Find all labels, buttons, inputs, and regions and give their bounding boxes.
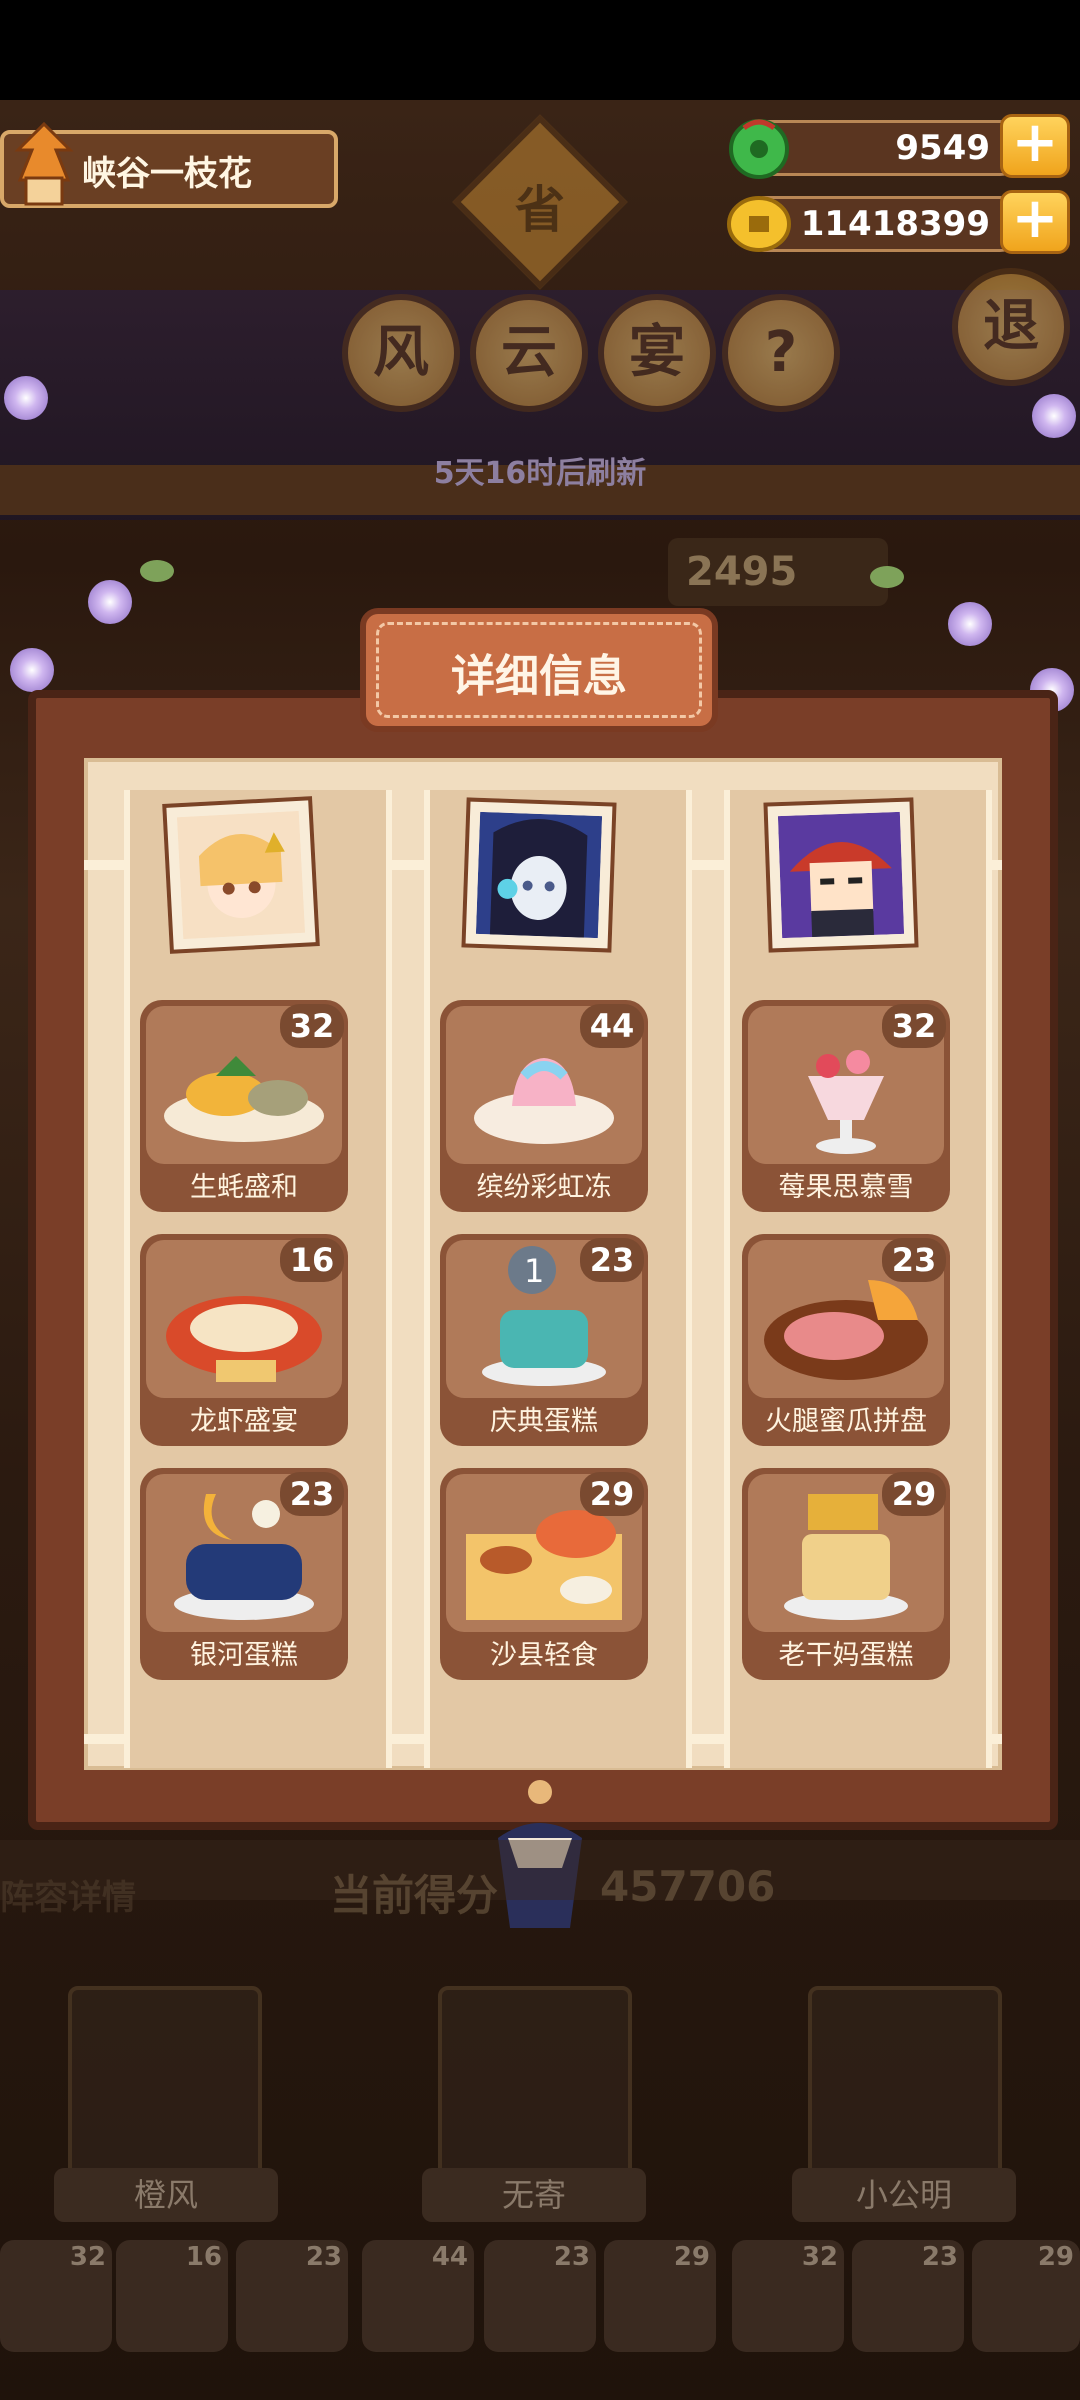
dish-count: 23 <box>882 1238 946 1282</box>
flower-decoration <box>10 648 54 692</box>
current-score-label: 当前得分 <box>330 1871 499 1920</box>
mini-dish-count: 29 <box>673 2242 710 2272</box>
lineup-details-link[interactable]: 阵容详情 <box>0 1870 136 1919</box>
coin-amount: 11418399 <box>800 204 990 244</box>
add-jade-button[interactable]: + <box>1000 114 1070 178</box>
panel-title: 详细信息 <box>451 651 627 702</box>
dish-name: 庆典蛋糕 <box>490 1406 598 1437</box>
flower-decoration <box>88 580 132 624</box>
chef-slot-3[interactable] <box>808 1986 1002 2190</box>
mini-dish-count: 44 <box>431 2242 468 2272</box>
help-button[interactable]: ? <box>722 294 840 412</box>
refresh-timer: 5天16时后刷新 <box>433 456 647 491</box>
exit-button[interactable]: 退 <box>952 268 1070 386</box>
mini-dish[interactable]: 32 <box>732 2240 844 2352</box>
dish-name: 沙县轻食 <box>490 1640 598 1671</box>
dish-name: 缤纷彩虹冻 <box>476 1172 612 1203</box>
chef-portrait-1[interactable] <box>162 796 320 954</box>
chef-3-icon <box>777 811 905 939</box>
mini-dish[interactable]: 29 <box>604 2240 716 2352</box>
leaf-decoration <box>870 566 904 588</box>
current-score-value: 457706 <box>600 1862 776 1911</box>
chef-slot-1[interactable] <box>68 1986 262 2190</box>
mini-dish-count: 32 <box>69 2242 106 2272</box>
mini-dish-count: 32 <box>801 2242 838 2272</box>
mini-dish-count: 29 <box>1037 2242 1074 2272</box>
chef-slot-2-name: 无寄 <box>422 2168 646 2222</box>
dish-name: 生蚝盛和 <box>190 1172 298 1203</box>
dish-name: 银河蛋糕 <box>190 1640 298 1671</box>
dish-count: 23 <box>280 1472 344 1516</box>
dish-count: 29 <box>580 1472 644 1516</box>
chef-1-icon <box>176 810 306 940</box>
mini-dish[interactable]: 32 <box>0 2240 112 2352</box>
flower-decoration <box>4 376 48 420</box>
mini-dish[interactable]: 23 <box>236 2240 348 2352</box>
dish-card[interactable]: 1 23 庆典蛋糕 <box>440 1234 648 1446</box>
dish-card[interactable]: 23 火腿蜜瓜拼盘 <box>742 1234 950 1446</box>
dish-card[interactable]: 23 银河蛋糕 <box>140 1468 348 1680</box>
mini-dish-count: 23 <box>305 2242 342 2272</box>
dish-card[interactable]: 29 老干妈蛋糕 <box>742 1468 950 1680</box>
dish-count: 23 <box>580 1238 644 1282</box>
chef-portrait-3[interactable] <box>763 797 919 953</box>
mini-dish[interactable]: 16 <box>116 2240 228 2352</box>
dish-card[interactable]: 32 生蚝盛和 <box>140 1000 348 1212</box>
dish-name: 火腿蜜瓜拼盘 <box>765 1406 927 1437</box>
dish-card[interactable]: 44 缤纷彩虹冻 <box>440 1000 648 1212</box>
dish-count: 16 <box>280 1238 344 1282</box>
player-name: 峡谷一枝花 <box>82 154 252 194</box>
score-bar <box>0 1840 1080 1900</box>
dish-name: 老干妈蛋糕 <box>778 1640 914 1671</box>
leaf-decoration <box>140 560 174 582</box>
title-char-3: 宴 <box>598 294 716 412</box>
province-label: 省 <box>515 181 565 239</box>
chef-avatar-icon <box>14 121 74 206</box>
mini-dish-count: 23 <box>921 2242 958 2272</box>
flower-decoration <box>1032 394 1076 438</box>
dish-count: 29 <box>882 1472 946 1516</box>
dish-name: 莓果思慕雪 <box>778 1172 914 1203</box>
dish-card[interactable]: 32 莓果思慕雪 <box>742 1000 950 1212</box>
mini-dish[interactable]: 23 <box>484 2240 596 2352</box>
title-char-2: 云 <box>470 294 588 412</box>
svg-text:1: 1 <box>524 1252 544 1290</box>
chef-portrait-2[interactable] <box>461 797 617 953</box>
dish-card[interactable]: 29 沙县轻食 <box>440 1468 648 1680</box>
mini-dish[interactable]: 23 <box>852 2240 964 2352</box>
dish-count: 32 <box>280 1004 344 1048</box>
title-char-1: 风 <box>342 294 460 412</box>
mini-dish[interactable]: 29 <box>972 2240 1080 2352</box>
chef-2-icon <box>475 811 603 939</box>
dish-name: 龙虾盛宴 <box>190 1406 298 1437</box>
jade-amount: 9549 <box>895 128 990 168</box>
add-coins-button[interactable]: + <box>1000 190 1070 254</box>
mini-dish-count: 23 <box>553 2242 590 2272</box>
score-preview: 2495 <box>668 538 888 606</box>
flower-decoration <box>948 602 992 646</box>
chef-slot-3-name: 小公明 <box>792 2168 1016 2222</box>
mini-dish[interactable]: 44 <box>362 2240 474 2352</box>
dish-count: 32 <box>882 1004 946 1048</box>
chef-slot-2[interactable] <box>438 1986 632 2190</box>
dish-card[interactable]: 16 龙虾盛宴 <box>140 1234 348 1446</box>
mini-dish-count: 16 <box>185 2242 222 2272</box>
chef-slot-1-name: 橙风 <box>54 2168 278 2222</box>
dish-count: 44 <box>580 1004 644 1048</box>
